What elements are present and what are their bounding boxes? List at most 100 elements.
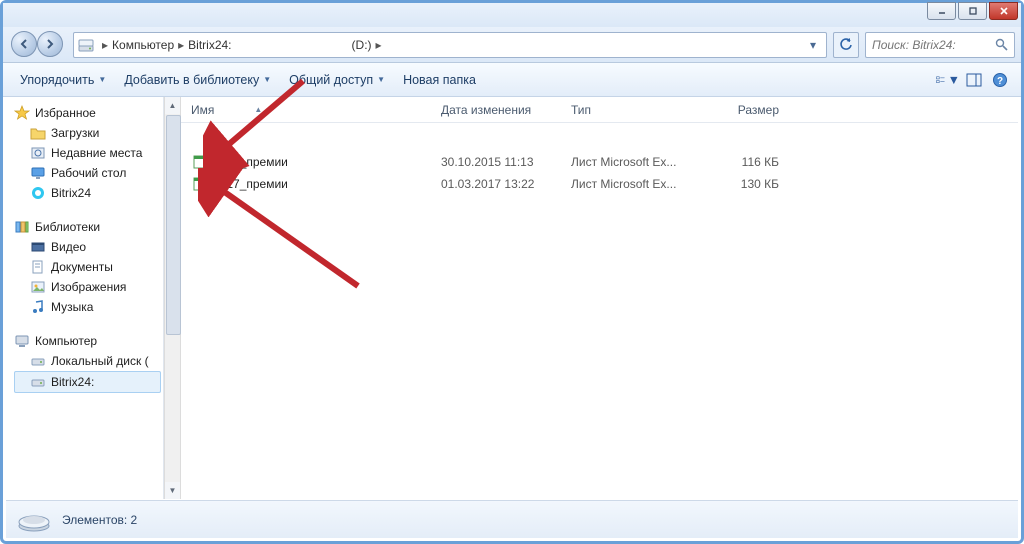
file-row[interactable]: 2015_премии 30.10.2015 11:13 Лист Micros…: [191, 151, 1018, 173]
sidebar-item-downloads[interactable]: Загрузки: [14, 123, 161, 143]
file-row[interactable]: 2017_премии 01.03.2017 13:22 Лист Micros…: [191, 173, 1018, 195]
sidebar-item-documents[interactable]: Документы: [14, 257, 161, 277]
sidebar-item-label: Видео: [51, 240, 86, 254]
status-elements-label: Элементов:: [62, 513, 127, 527]
nav-row: ▸ Компьютер ▸ Bitrix24: (D:) ▸ ▾: [3, 27, 1021, 63]
libraries-icon: [14, 219, 30, 235]
file-name: 2017_премии: [213, 177, 288, 191]
search-icon: [995, 38, 1008, 51]
file-list: Имя ▲ Дата изменения Тип Размер 2015_пре…: [181, 97, 1018, 499]
include-label: Добавить в библиотеку: [124, 73, 259, 87]
search-input[interactable]: [872, 38, 995, 52]
chevron-down-icon: ▼: [263, 75, 271, 84]
favorites-label: Избранное: [35, 106, 96, 120]
titlebar: [3, 3, 1021, 27]
column-type[interactable]: Тип: [571, 103, 711, 117]
sidebar-item-local-disk[interactable]: Локальный диск (: [14, 351, 161, 371]
minimize-button[interactable]: [927, 2, 956, 20]
desktop-icon: [30, 165, 46, 181]
help-button[interactable]: ?: [987, 68, 1013, 92]
chevron-right-icon: ▸: [178, 38, 184, 52]
drive-icon: [78, 37, 94, 53]
chevron-right-icon: ▸: [376, 38, 382, 52]
sidebar-item-label: Документы: [51, 260, 113, 274]
excel-file-icon: [191, 176, 207, 192]
forward-button[interactable]: [37, 31, 63, 57]
sidebar-item-desktop[interactable]: Рабочий стол: [14, 163, 161, 183]
breadcrumb-segment[interactable]: (D:): [352, 38, 372, 52]
sidebar-item-label: Bitrix24: [51, 186, 91, 200]
bitrix-icon: [30, 185, 46, 201]
computer-header[interactable]: Компьютер: [14, 331, 161, 351]
view-options-button[interactable]: ▼: [935, 68, 961, 92]
sidebar-item-label: Локальный диск (: [51, 354, 149, 368]
status-bar: Элементов: 2: [6, 500, 1018, 538]
sidebar-item-pictures[interactable]: Изображения: [14, 277, 161, 297]
star-icon: [14, 105, 30, 121]
share-button[interactable]: Общий доступ ▼: [280, 68, 394, 92]
include-library-button[interactable]: Добавить в библиотеку ▼: [115, 68, 280, 92]
sidebar-item-label: Недавние места: [51, 146, 142, 160]
organize-label: Упорядочить: [20, 73, 94, 87]
address-dropdown[interactable]: ▾: [804, 38, 822, 52]
computer-icon: [14, 333, 30, 349]
file-date: 30.10.2015 11:13: [441, 155, 571, 169]
file-type: Лист Microsoft Ex...: [571, 177, 711, 191]
nav-scrollbar[interactable]: ▲ ▼: [164, 97, 181, 499]
recent-icon: [30, 145, 46, 161]
address-bar[interactable]: ▸ Компьютер ▸ Bitrix24: (D:) ▸ ▾: [73, 32, 827, 58]
breadcrumb-segment[interactable]: Компьютер: [112, 38, 174, 52]
sidebar-item-bitrix24[interactable]: Bitrix24: [14, 183, 161, 203]
music-icon: [30, 299, 46, 315]
sidebar-item-label: Музыка: [51, 300, 93, 314]
back-forward-group: [11, 31, 67, 59]
chevron-down-icon: ▼: [377, 75, 385, 84]
scroll-thumb[interactable]: [166, 115, 181, 335]
drive-icon: [30, 353, 46, 369]
sidebar-item-label: Bitrix24:: [51, 375, 94, 389]
organize-button[interactable]: Упорядочить ▼: [11, 68, 115, 92]
column-name[interactable]: Имя: [191, 103, 214, 117]
column-date[interactable]: Дата изменения: [441, 103, 571, 117]
sidebar-item-label: Рабочий стол: [51, 166, 126, 180]
maximize-button[interactable]: [958, 2, 987, 20]
documents-icon: [30, 259, 46, 275]
main-area: Избранное Загрузки Недавние места Рабочи…: [6, 97, 1018, 499]
column-size[interactable]: Размер: [711, 103, 791, 117]
favorites-header[interactable]: Избранное: [14, 103, 161, 123]
new-folder-label: Новая папка: [403, 73, 476, 87]
sidebar-item-music[interactable]: Музыка: [14, 297, 161, 317]
excel-file-icon: [191, 154, 207, 170]
sidebar-item-bitrix-drive[interactable]: Bitrix24:: [14, 371, 161, 393]
drive-icon: [30, 374, 46, 390]
scroll-down-icon[interactable]: ▼: [165, 482, 180, 499]
sidebar-item-recent[interactable]: Недавние места: [14, 143, 161, 163]
file-rows: 2015_премии 30.10.2015 11:13 Лист Micros…: [181, 123, 1018, 499]
toolbar: Упорядочить ▼ Добавить в библиотеку ▼ Об…: [3, 63, 1021, 97]
refresh-button[interactable]: [833, 32, 859, 58]
libraries-label: Библиотеки: [35, 220, 100, 234]
folder-icon: [30, 125, 46, 141]
column-header-row: Имя ▲ Дата изменения Тип Размер: [181, 97, 1018, 123]
sidebar-item-label: Изображения: [51, 280, 126, 294]
drive-large-icon: [16, 506, 52, 534]
chevron-down-icon: ▼: [98, 75, 106, 84]
file-type: Лист Microsoft Ex...: [571, 155, 711, 169]
breadcrumb-segment[interactable]: Bitrix24:: [188, 38, 231, 52]
libraries-header[interactable]: Библиотеки: [14, 217, 161, 237]
video-icon: [30, 239, 46, 255]
close-button[interactable]: [989, 2, 1018, 20]
status-elements-count: 2: [131, 513, 138, 527]
sidebar-item-video[interactable]: Видео: [14, 237, 161, 257]
preview-pane-button[interactable]: [961, 68, 987, 92]
computer-label: Компьютер: [35, 334, 97, 348]
scroll-up-icon[interactable]: ▲: [165, 97, 180, 114]
search-box[interactable]: [865, 32, 1015, 58]
svg-text:?: ?: [997, 76, 1003, 87]
file-size: 116 КБ: [711, 155, 791, 169]
share-label: Общий доступ: [289, 73, 373, 87]
sort-ascending-icon: ▲: [254, 105, 262, 114]
file-date: 01.03.2017 13:22: [441, 177, 571, 191]
back-button[interactable]: [11, 31, 37, 57]
new-folder-button[interactable]: Новая папка: [394, 68, 485, 92]
